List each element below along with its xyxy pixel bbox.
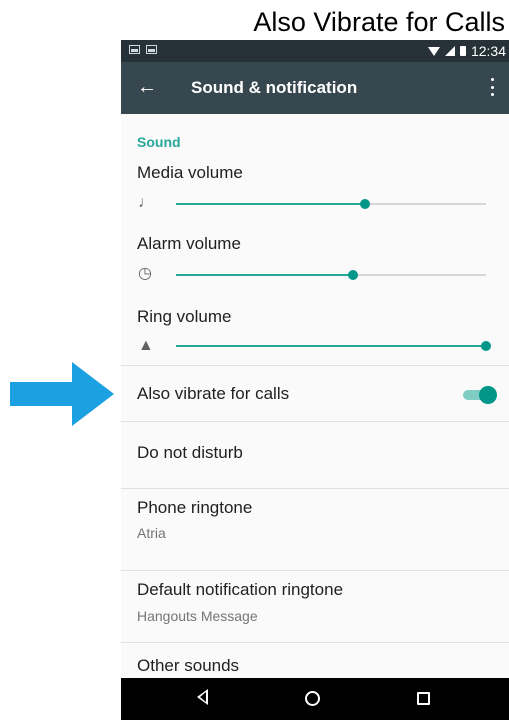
section-header-sound: Sound bbox=[137, 134, 181, 150]
media-volume-fill bbox=[176, 203, 366, 205]
app-bar: ← Sound & notification bbox=[121, 62, 509, 114]
divider bbox=[121, 570, 509, 571]
ring-volume-fill bbox=[176, 345, 486, 347]
divider bbox=[121, 421, 509, 422]
cell-signal-icon bbox=[444, 46, 455, 56]
pointer-arrow-icon bbox=[10, 362, 114, 426]
home-icon[interactable] bbox=[305, 691, 320, 706]
overflow-menu-icon[interactable] bbox=[491, 78, 495, 96]
divider bbox=[121, 642, 509, 643]
divider bbox=[121, 365, 509, 366]
phone-ringtone-value: Atria bbox=[137, 525, 166, 541]
notification-ringtone-value: Hangouts Message bbox=[137, 608, 258, 624]
phone-ringtone-item[interactable]: Phone ringtone bbox=[137, 498, 252, 518]
divider bbox=[121, 488, 509, 489]
email-notification-icon bbox=[129, 45, 140, 54]
wifi-icon bbox=[427, 46, 440, 56]
alarm-volume-slider[interactable] bbox=[176, 270, 486, 280]
notification-ringtone-item[interactable]: Default notification ringtone bbox=[137, 580, 343, 600]
alarm-volume-thumb[interactable] bbox=[347, 270, 358, 280]
page-title: Sound & notification bbox=[191, 78, 358, 97]
ring-volume-thumb[interactable] bbox=[481, 341, 491, 351]
other-sounds-item[interactable]: Other sounds bbox=[137, 656, 239, 676]
ring-volume-label: Ring volume bbox=[137, 307, 232, 326]
caption-title: Also Vibrate for Calls bbox=[253, 7, 505, 37]
status-bar: 12:34 bbox=[121, 40, 509, 62]
navigation-bar bbox=[121, 678, 509, 720]
back-icon-inner bbox=[200, 692, 206, 702]
alarm-volume-label: Alarm volume bbox=[137, 234, 241, 253]
phone-screen: 12:34 ← Sound & notification Sound Media… bbox=[121, 40, 509, 720]
image-notification-icon bbox=[146, 45, 157, 54]
music-note-icon: ♩ bbox=[138, 194, 154, 211]
media-volume-label: Media volume bbox=[137, 163, 243, 182]
ring-volume-slider[interactable] bbox=[176, 341, 491, 351]
recents-icon[interactable] bbox=[417, 692, 430, 705]
bell-icon: ▲ bbox=[138, 337, 154, 354]
do-not-disturb-item[interactable]: Do not disturb bbox=[137, 443, 243, 463]
switch-knob bbox=[479, 386, 497, 404]
media-volume-thumb[interactable] bbox=[360, 199, 371, 209]
status-time: 12:34 bbox=[470, 43, 506, 59]
alarm-volume-fill bbox=[176, 274, 353, 276]
also-vibrate-label[interactable]: Also vibrate for calls bbox=[137, 384, 289, 404]
alarm-clock-icon: ◷ bbox=[138, 265, 152, 282]
battery-icon bbox=[459, 46, 466, 56]
also-vibrate-switch[interactable] bbox=[461, 384, 497, 406]
media-volume-slider[interactable] bbox=[176, 199, 486, 209]
back-arrow-icon[interactable]: ← bbox=[137, 75, 157, 99]
